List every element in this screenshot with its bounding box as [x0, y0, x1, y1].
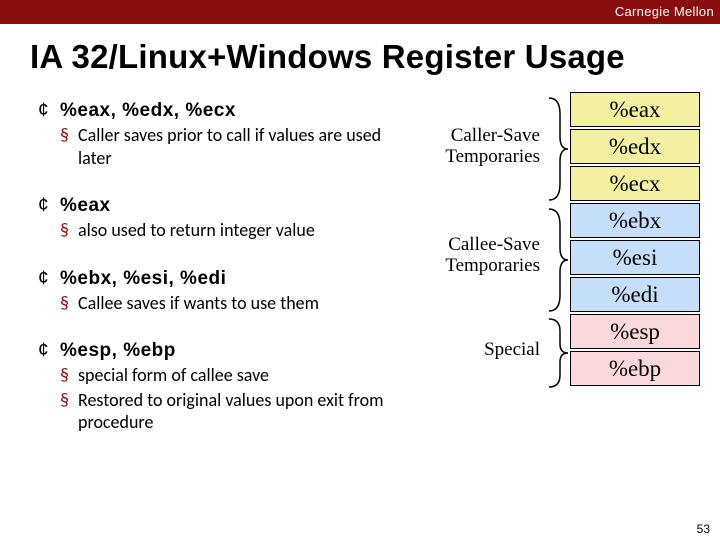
brace-icon [544, 94, 570, 204]
reg-esp: %esp [570, 314, 700, 349]
bullet-head: %esp, %ebp [60, 340, 390, 362]
sub-bullet: special form of callee save [38, 364, 390, 387]
register-column: %eax %edx %ecx %ebx %esi %edi %esp %ebp [570, 92, 700, 388]
reg-ebx: %ebx [570, 203, 700, 238]
brace-icon [544, 205, 570, 315]
bullet-group: %eax, %edx, %ecx Caller saves prior to c… [38, 100, 390, 169]
reg-ecx: %ecx [570, 166, 700, 201]
sub-bullet: also used to return integer value [38, 219, 390, 242]
slide: Carnegie Mellon IA 32/Linux+Windows Regi… [0, 0, 720, 540]
org-header: Carnegie Mellon [0, 0, 720, 24]
content-area: %eax, %edx, %ecx Caller saves prior to c… [0, 76, 720, 460]
text-column: %eax, %edx, %ecx Caller saves prior to c… [38, 96, 390, 460]
sub-bullet: Caller saves prior to call if values are… [38, 124, 390, 169]
slide-title: IA 32/Linux+Windows Register Usage [0, 24, 720, 76]
bullet-head: %eax [60, 195, 390, 217]
sub-bullet: Callee saves if wants to use them [38, 292, 390, 315]
label-special: Special [445, 340, 540, 361]
sub-bullet: Restored to original values upon exit fr… [38, 389, 390, 434]
bullet-group: %esp, %ebp special form of callee save R… [38, 340, 390, 434]
reg-edi: %edi [570, 277, 700, 312]
label-callee-save: Callee-Save Temporaries [430, 235, 540, 277]
label-caller-save: Caller-Save Temporaries [430, 126, 540, 168]
bullet-head: %eax, %edx, %ecx [60, 100, 390, 122]
reg-esi: %esi [570, 240, 700, 275]
reg-edx: %edx [570, 129, 700, 164]
reg-ebp: %ebp [570, 351, 700, 386]
reg-eax: %eax [570, 92, 700, 127]
bullet-group: %ebx, %esi, %edi Callee saves if wants t… [38, 268, 390, 315]
bullet-group: %eax also used to return integer value [38, 195, 390, 242]
page-number: 53 [697, 522, 710, 536]
diagram-column: Caller-Save Temporaries Callee-Save Temp… [390, 96, 710, 460]
brace-icon [544, 316, 570, 390]
bullet-head: %ebx, %esi, %edi [60, 268, 390, 290]
